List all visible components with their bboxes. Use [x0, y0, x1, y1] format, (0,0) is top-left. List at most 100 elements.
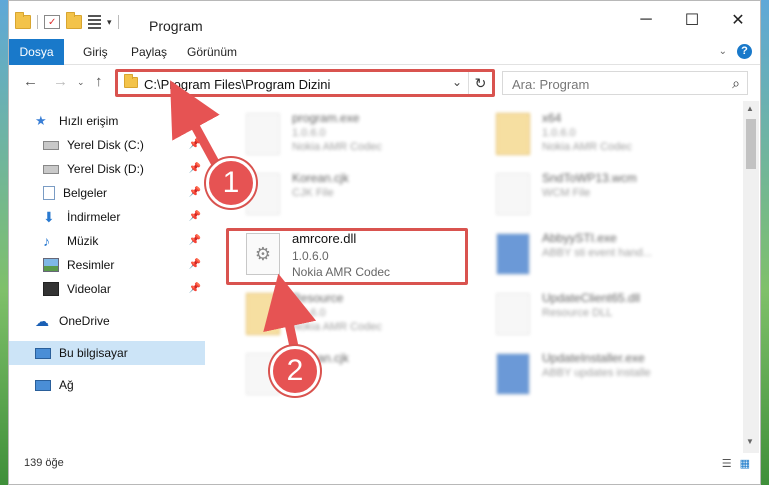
close-button[interactable]: ✕: [715, 1, 760, 39]
pin-icon[interactable]: 📌: [189, 259, 201, 270]
sidebar-item-this-pc[interactable]: Bu bilgisayar: [9, 341, 205, 365]
sidebar-item-label: Yerel Disk (D:): [67, 162, 144, 176]
star-icon: ★: [35, 113, 47, 128]
folder-icon: [496, 113, 530, 155]
file-type: CJK File: [292, 187, 334, 199]
scroll-up-icon[interactable]: ▲: [746, 104, 754, 113]
sidebar-item-label: Müzik: [67, 234, 99, 248]
quick-access-toolbar: ✓ ▾: [15, 12, 119, 29]
sidebar-item-onedrive[interactable]: ☁ OneDrive: [35, 309, 205, 333]
file-description: ABBY sti event hand...: [542, 247, 652, 259]
file-name: Resource: [292, 291, 344, 305]
sidebar-item-music[interactable]: ♪ Müzik 📌: [43, 229, 205, 253]
up-arrow-icon[interactable]: ↑: [95, 73, 103, 90]
help-icon[interactable]: ?: [737, 44, 752, 59]
file-item[interactable]: AbbyySTI.exe ABBY sti event hand...: [486, 225, 736, 281]
pin-icon[interactable]: 📌: [189, 211, 201, 222]
status-bar: 139 öğe ☰ ▦: [9, 453, 760, 484]
new-folder-icon[interactable]: [66, 12, 82, 29]
tab-home[interactable]: Giriş: [83, 39, 108, 65]
scroll-down-icon[interactable]: ▼: [746, 437, 754, 446]
file-item[interactable]: UpdateInstaller.exe ABBY updates install…: [486, 345, 736, 401]
pin-icon[interactable]: 📌: [189, 139, 201, 150]
file-version: 1.0.6.0: [292, 307, 326, 319]
scrollbar-thumb[interactable]: [746, 119, 756, 169]
tab-share[interactable]: Paylaş: [131, 39, 167, 65]
film-icon: [43, 282, 59, 296]
sidebar-item-pictures[interactable]: Resimler 📌: [43, 253, 205, 277]
file-item[interactable]: UpdateClient65.dll Resource DLL: [486, 285, 736, 341]
file-name: program.exe: [292, 111, 360, 125]
file-item[interactable]: Resource 1.0.6.0 Nokia AMR Codec: [236, 285, 486, 341]
file-description: Nokia AMR Codec: [292, 141, 382, 153]
sidebar-item-downloads[interactable]: ⬇ İndirmeler 📌: [43, 205, 205, 229]
exe-icon: [496, 233, 530, 275]
folder-icon: [246, 293, 280, 335]
file-version: 1.0.6.0: [292, 127, 326, 139]
callout-step-two: 2: [270, 346, 320, 396]
tab-file[interactable]: Dosya: [9, 39, 64, 65]
file-item[interactable]: x64 1.0.6.0 Nokia AMR Codec: [486, 105, 736, 161]
music-note-icon: ♪: [43, 233, 50, 249]
window-title: Program: [149, 18, 203, 34]
file-name: AbbyySTI.exe: [542, 231, 617, 245]
search-placeholder: Ara: Program: [512, 77, 590, 92]
drive-icon: [43, 164, 59, 174]
navigation-bar: ← → ⌄ ↑ C:\Program Files\Program Dizini …: [9, 65, 760, 101]
item-count: 139 öğe: [24, 457, 64, 469]
sidebar-item-label: Videolar: [67, 282, 111, 296]
folder-icon[interactable]: [15, 12, 31, 29]
sidebar-item-documents[interactable]: Belgeler 📌: [43, 181, 205, 205]
properties-icon[interactable]: ✓: [44, 15, 60, 29]
tab-view[interactable]: Görünüm: [187, 39, 237, 65]
maximize-button[interactable]: ☐: [669, 1, 715, 39]
toolbar-separator: [117, 15, 119, 29]
chevron-down-icon[interactable]: ⌄: [719, 46, 727, 57]
forward-arrow-icon[interactable]: →: [53, 73, 68, 90]
pin-icon[interactable]: 📌: [189, 283, 201, 294]
exe-icon: [496, 353, 530, 395]
pin-icon[interactable]: 📌: [189, 163, 201, 174]
toolbar-separator: [37, 15, 38, 29]
file-icon: [246, 113, 280, 155]
large-icons-view-icon[interactable]: ▦: [740, 457, 750, 470]
qat-dropdown-icon[interactable]: ▾: [107, 17, 112, 28]
sidebar-item-local-disk-c[interactable]: Yerel Disk (C:) 📌: [43, 133, 205, 157]
sidebar-item-quick-access[interactable]: ★ Hızlı erişim: [35, 109, 231, 133]
sidebar-item-label: Belgeler: [63, 186, 108, 200]
sidebar-item-videos[interactable]: Videolar 📌: [43, 277, 205, 301]
search-icon: ⌕: [732, 75, 740, 91]
sidebar-item-label: Ağ: [59, 378, 74, 392]
file-description: ABBY updates installe: [542, 367, 651, 379]
sidebar-item-network[interactable]: Ağ: [35, 373, 205, 397]
file-item[interactable]: Korean.cjk CJK File: [236, 165, 486, 221]
file-highlight-box: [226, 228, 468, 285]
cloud-icon: ☁: [35, 313, 49, 329]
file-type: WCM File: [542, 187, 591, 199]
vertical-scrollbar[interactable]: ▲ ▼: [743, 101, 759, 453]
network-icon: [35, 379, 51, 391]
computer-icon: [35, 347, 51, 359]
ribbon-tabs: Dosya Giriş Paylaş Görünüm ⌄ ?: [9, 39, 760, 65]
file-name: UpdateClient65.dll: [542, 291, 641, 305]
sidebar-item-local-disk-d[interactable]: Yerel Disk (D:) 📌: [43, 157, 205, 181]
view-icon[interactable]: [88, 15, 101, 29]
back-arrow-icon[interactable]: ←: [23, 73, 38, 90]
callout-step-one: 1: [206, 158, 256, 208]
recent-dropdown-icon[interactable]: ⌄: [77, 77, 85, 88]
file-item[interactable]: SndToWP13.wcm WCM File: [486, 165, 736, 221]
sidebar-item-label: Resimler: [67, 258, 115, 272]
document-icon: [43, 186, 55, 200]
sidebar-item-label: Hızlı erişim: [59, 114, 119, 128]
pin-icon[interactable]: 📌: [189, 235, 201, 246]
minimize-button[interactable]: ─: [623, 1, 669, 39]
sidebar-item-label: OneDrive: [59, 314, 110, 328]
search-box[interactable]: Ara: Program ⌕: [502, 71, 748, 95]
sidebar-item-label: Bu bilgisayar: [59, 346, 128, 360]
file-version: 1.0.6.0: [542, 127, 576, 139]
pin-icon[interactable]: 📌: [189, 187, 201, 198]
address-highlight-box: [115, 69, 495, 97]
details-view-icon[interactable]: ☰: [722, 457, 732, 470]
drive-icon: [43, 140, 59, 150]
file-item[interactable]: program.exe 1.0.6.0 Nokia AMR Codec: [236, 105, 486, 161]
